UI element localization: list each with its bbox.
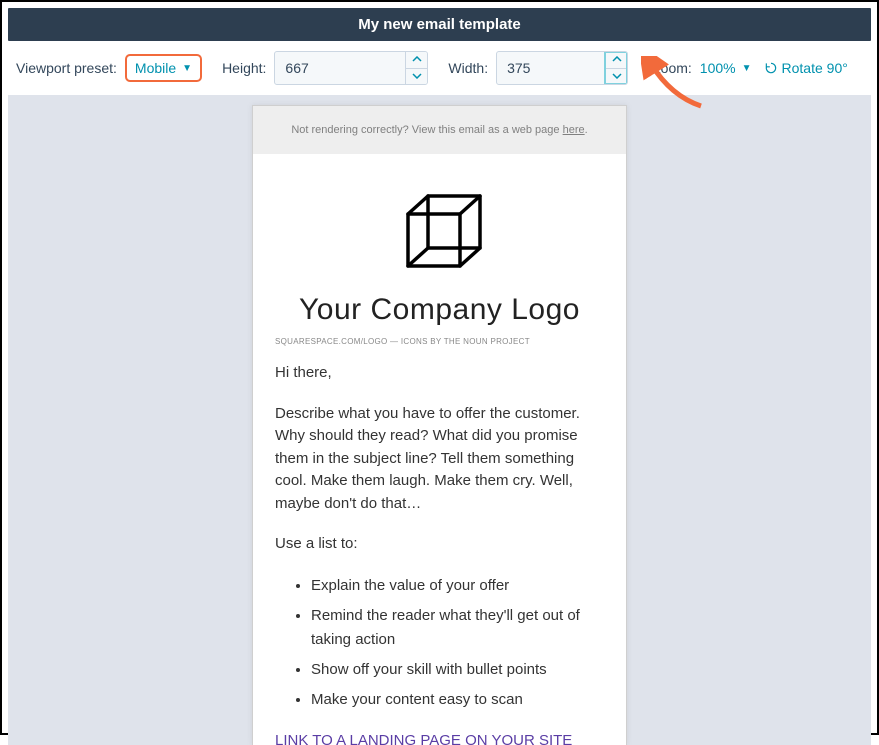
width-down-button[interactable]: [606, 69, 627, 85]
list-item: Remind the reader what they'll get out o…: [311, 604, 604, 652]
height-down-button[interactable]: [406, 69, 427, 85]
height-field[interactable]: [274, 51, 428, 85]
height-up-button[interactable]: [406, 52, 427, 69]
toolbar: Viewport preset: Mobile ▼ Height: Width:: [8, 41, 871, 95]
cta-block: LINK TO A LANDING PAGE ON YOUR SITE (Thi…: [275, 730, 604, 745]
view-web-link[interactable]: here: [563, 124, 585, 136]
email-body: Your Company Logo SQUARESPACE.COM/LOGO —…: [253, 154, 626, 745]
view-web-text: Not rendering correctly? View this email…: [291, 124, 562, 136]
width-input[interactable]: [497, 52, 605, 84]
chevron-down-icon: [612, 73, 622, 79]
viewport-preset-label: Viewport preset:: [16, 60, 117, 76]
chevron-down-icon: ▼: [182, 63, 192, 74]
email-greeting: Hi there,: [275, 362, 604, 385]
chevron-up-icon: [612, 56, 622, 62]
view-as-webpage: Not rendering correctly? View this email…: [253, 106, 626, 154]
rotate-icon: [764, 61, 778, 75]
preview-canvas: Not rendering correctly? View this email…: [8, 95, 871, 745]
width-up-button[interactable]: [606, 52, 627, 69]
chevron-down-icon: ▼: [742, 63, 752, 74]
logo-block: Your Company Logo: [275, 184, 604, 327]
rotate-label: Rotate 90°: [782, 60, 848, 76]
list-item: Explain the value of your offer: [311, 574, 604, 598]
view-web-suffix: .: [585, 124, 588, 136]
cube-icon: [390, 184, 490, 284]
zoom-value: 100%: [700, 60, 736, 76]
list-item: Show off your skill with bullet points: [311, 658, 604, 682]
email-frame: Not rendering correctly? View this email…: [252, 105, 627, 745]
cta-link[interactable]: LINK TO A LANDING PAGE ON YOUR SITE: [275, 732, 572, 745]
width-spinner: [605, 52, 627, 84]
width-label: Width:: [448, 60, 488, 76]
window-titlebar: My new email template: [8, 8, 871, 41]
email-bullets: Explain the value of your offer Remind t…: [311, 574, 604, 712]
list-intro: Use a list to:: [275, 533, 604, 556]
zoom-label: Zoom:: [652, 60, 692, 76]
logo-text: Your Company Logo: [275, 293, 604, 327]
height-input[interactable]: [275, 52, 405, 84]
rotate-button[interactable]: Rotate 90°: [764, 60, 848, 76]
height-spinner: [405, 52, 427, 84]
viewport-preset-value: Mobile: [135, 60, 176, 76]
email-intro: Describe what you have to offer the cust…: [275, 403, 604, 516]
logo-subtext: SQUARESPACE.COM/LOGO — ICONS BY THE NOUN…: [275, 337, 604, 346]
width-field[interactable]: [496, 51, 628, 85]
chevron-up-icon: [412, 56, 422, 62]
window-title: My new email template: [358, 16, 521, 33]
height-label: Height:: [222, 60, 266, 76]
zoom-select[interactable]: 100% ▼: [700, 60, 752, 76]
list-item: Make your content easy to scan: [311, 688, 604, 712]
chevron-down-icon: [412, 73, 422, 79]
viewport-preset-select[interactable]: Mobile ▼: [125, 54, 202, 82]
